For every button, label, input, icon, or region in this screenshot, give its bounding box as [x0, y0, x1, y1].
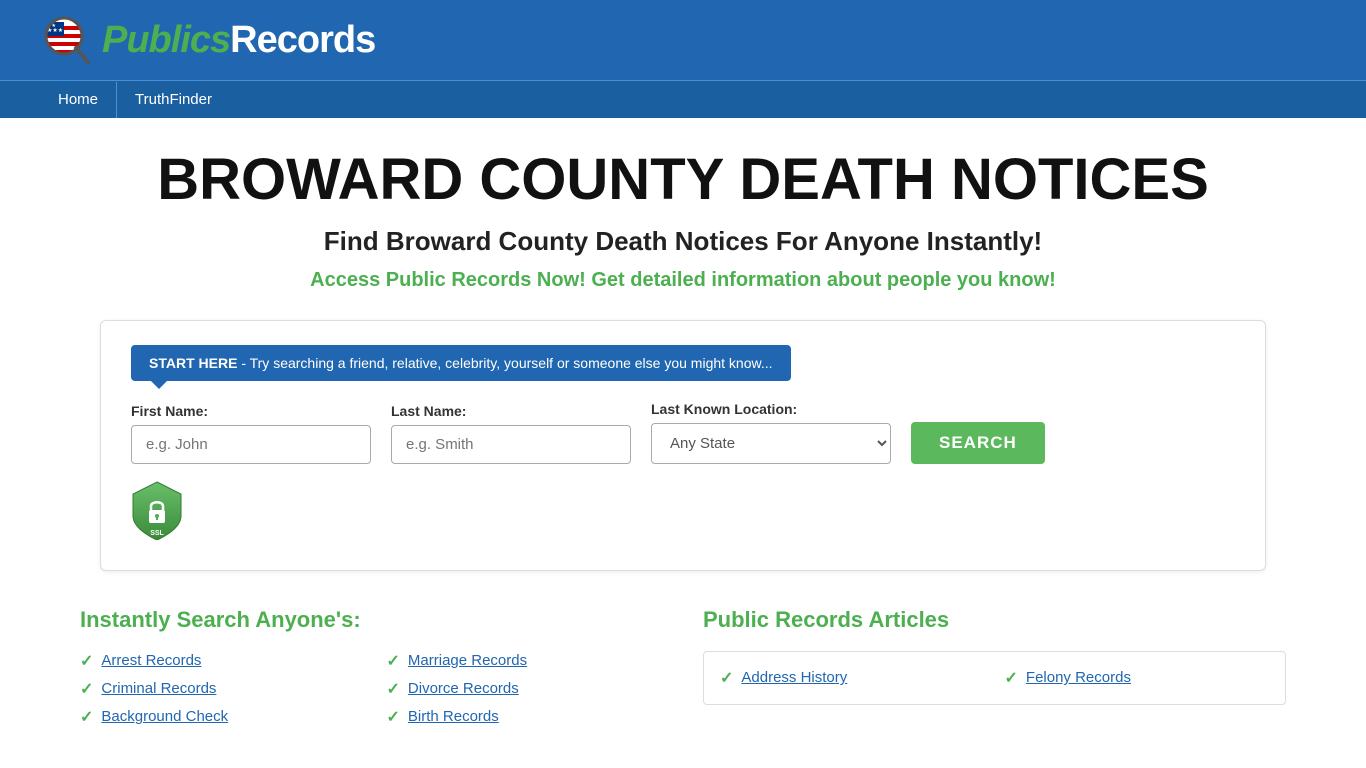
ssl-shield-icon: SSL: [131, 480, 183, 540]
records-grid: ✓ Arrest Records ✓ Marriage Records ✓ Cr…: [80, 651, 663, 727]
divorce-records-link[interactable]: Divorce Records: [408, 680, 519, 697]
criminal-records-link[interactable]: Criminal Records: [101, 680, 216, 697]
birth-records-link[interactable]: Birth Records: [408, 708, 499, 725]
arrest-records-link[interactable]: Arrest Records: [101, 652, 201, 669]
last-name-input[interactable]: [391, 425, 631, 464]
instantly-search-section: Instantly Search Anyone's: ✓ Arrest Reco…: [80, 607, 663, 727]
left-section-heading: Instantly Search Anyone's:: [80, 607, 663, 633]
checkmark-icon: ✓: [387, 707, 400, 727]
background-check-link[interactable]: Background Check: [101, 708, 228, 725]
page-subtitle: Find Broward County Death Notices For An…: [40, 226, 1326, 257]
search-button[interactable]: SEARCH: [911, 422, 1045, 464]
search-container: START HERE - Try searching a friend, rel…: [100, 320, 1266, 571]
address-history-link[interactable]: Address History: [741, 669, 847, 686]
logo-publics: Publics: [102, 19, 230, 61]
logo-records: Records: [230, 19, 375, 61]
checkmark-icon: ✓: [80, 679, 93, 699]
state-select[interactable]: Any State AlabamaAlaskaArizona ArkansasC…: [651, 423, 891, 464]
first-name-group: First Name:: [131, 403, 371, 464]
location-group: Last Known Location: Any State AlabamaAl…: [651, 401, 891, 464]
list-item: ✓ Arrest Records: [80, 651, 357, 671]
list-item: ✓ Address History: [720, 668, 985, 688]
list-item: ✓ Divorce Records: [387, 679, 664, 699]
ssl-badge: SSL: [131, 480, 1235, 540]
svg-text:SSL: SSL: [150, 530, 164, 537]
bottom-section: Instantly Search Anyone's: ✓ Arrest Reco…: [40, 607, 1326, 727]
checkmark-icon: ✓: [1005, 668, 1018, 688]
page-title: BROWARD COUNTY DEATH NOTICES: [40, 148, 1326, 212]
start-banner-strong: START HERE: [149, 355, 237, 371]
checkmark-icon: ✓: [387, 651, 400, 671]
first-name-input[interactable]: [131, 425, 371, 464]
logo-text: PublicsRecords: [102, 19, 375, 62]
right-section-heading: Public Records Articles: [703, 607, 1286, 633]
list-item: ✓ Birth Records: [387, 707, 664, 727]
checkmark-icon: ✓: [387, 679, 400, 699]
search-form-row: First Name: Last Name: Last Known Locati…: [131, 401, 1235, 464]
list-item: ✓ Criminal Records: [80, 679, 357, 699]
marriage-records-link[interactable]: Marriage Records: [408, 652, 527, 669]
location-label: Last Known Location:: [651, 401, 891, 417]
articles-box: ✓ Address History ✓ Felony Records: [703, 651, 1286, 705]
checkmark-icon: ✓: [80, 707, 93, 727]
nav-home[interactable]: Home: [40, 81, 116, 118]
list-item: ✓ Felony Records: [1005, 668, 1270, 688]
articles-section: Public Records Articles ✓ Address Histor…: [703, 607, 1286, 727]
checkmark-icon: ✓: [80, 651, 93, 671]
main-content: BROWARD COUNTY DEATH NOTICES Find Browar…: [0, 118, 1366, 757]
logo-icon: ★★★ ★★: [40, 12, 96, 68]
last-name-group: Last Name:: [391, 403, 631, 464]
list-item: ✓ Marriage Records: [387, 651, 664, 671]
nav-truthfinder[interactable]: TruthFinder: [117, 81, 230, 118]
list-item: ✓ Background Check: [80, 707, 357, 727]
first-name-label: First Name:: [131, 403, 371, 419]
start-banner-text: - Try searching a friend, relative, cele…: [241, 355, 772, 371]
logo[interactable]: ★★★ ★★ PublicsRecords: [40, 12, 375, 68]
checkmark-icon: ✓: [720, 668, 733, 688]
articles-grid: ✓ Address History ✓ Felony Records: [720, 668, 1269, 688]
last-name-label: Last Name:: [391, 403, 631, 419]
start-banner: START HERE - Try searching a friend, rel…: [131, 345, 791, 381]
navigation: Home TruthFinder: [0, 80, 1366, 118]
felony-records-link[interactable]: Felony Records: [1026, 669, 1131, 686]
header: ★★★ ★★ PublicsRecords: [0, 0, 1366, 80]
page-tagline: Access Public Records Now! Get detailed …: [40, 269, 1326, 292]
